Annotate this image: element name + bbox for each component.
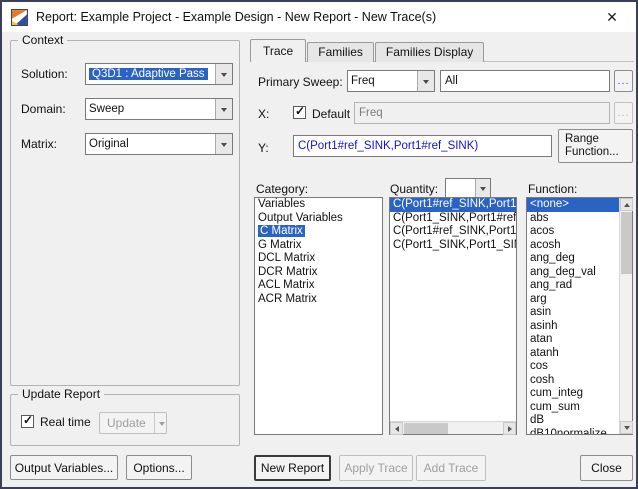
list-item[interactable]: abs <box>527 212 619 226</box>
list-item[interactable]: acos <box>527 225 619 239</box>
app-icon <box>11 8 28 26</box>
quantity-dropdown-icon[interactable] <box>475 179 490 197</box>
context-group: Context Solution: Q3D1 : Adaptive Pass D… <box>10 33 240 386</box>
window-title: Report: Example Project - Example Design… <box>36 10 437 24</box>
list-item[interactable]: Variables <box>255 198 382 212</box>
primary-sweep-value: Freq <box>351 75 375 87</box>
quantity-label: Quantity: <box>390 182 439 196</box>
list-item[interactable]: ang_rad <box>527 279 619 293</box>
update-button[interactable]: Update <box>99 412 167 434</box>
tab-trace[interactable]: Trace <box>250 39 307 62</box>
solution-value: Q3D1 : Adaptive Pass <box>89 68 208 80</box>
tab-families[interactable]: Families <box>307 42 374 62</box>
range-function-button[interactable]: Range Function... <box>558 129 633 163</box>
domain-value: Sweep <box>89 103 125 115</box>
domain-dropdown-icon[interactable] <box>215 99 232 119</box>
realtime-checkbox-label[interactable]: Real time <box>40 415 91 429</box>
list-item[interactable]: C Matrix <box>255 225 382 239</box>
add-trace-button[interactable]: Add Trace <box>416 455 486 481</box>
function-vscroll-thumb[interactable] <box>621 212 632 274</box>
list-item[interactable]: C(Port1_SINK,Port1#ref <box>390 212 516 226</box>
scroll-right-icon[interactable] <box>503 422 516 435</box>
list-item[interactable]: DCR Matrix <box>255 266 382 280</box>
list-item[interactable]: dB <box>527 414 619 428</box>
function-list[interactable]: <none> abs acos acosh ang_deg ang_deg_val ang_… <box>526 197 633 435</box>
update-report-group: Update Report Real time Update <box>10 387 240 446</box>
list-item[interactable]: Output Variables <box>255 212 382 226</box>
options-button[interactable]: Options... <box>126 455 192 480</box>
x-axis-label: X: <box>258 107 270 121</box>
list-item[interactable]: arg <box>527 293 619 307</box>
context-group-label: Context <box>18 33 68 47</box>
primary-sweep-dropdown-icon[interactable] <box>417 71 434 91</box>
quantity-hscroll-thumb[interactable] <box>404 423 448 434</box>
list-item[interactable]: atanh <box>527 347 619 361</box>
list-item[interactable]: C(Port1#ref_SINK,Port1# <box>390 225 516 239</box>
solution-combo[interactable]: Q3D1 : Adaptive Pass <box>85 63 233 85</box>
list-item[interactable]: asin <box>527 306 619 320</box>
list-item[interactable]: atan <box>527 333 619 347</box>
tab-families-display[interactable]: Families Display <box>374 42 485 62</box>
titlebar: Report: Example Project - Example Design… <box>2 2 636 32</box>
domain-combo[interactable]: Sweep <box>85 98 233 120</box>
y-expression-input[interactable]: C(Port1#ref_SINK,Port1#ref_SINK) <box>293 135 552 157</box>
list-item[interactable]: DCL Matrix <box>255 252 382 266</box>
report-dialog: Report: Example Project - Example Design… <box>0 0 638 489</box>
list-item[interactable]: acosh <box>527 239 619 253</box>
list-item[interactable]: cum_integ <box>527 387 619 401</box>
close-button[interactable]: Close <box>580 455 633 481</box>
close-icon: ✕ <box>606 8 618 25</box>
category-list[interactable]: Variables Output Variables C Matrix G Matri… <box>254 197 383 435</box>
x-value-field: Freq <box>354 102 610 124</box>
list-item[interactable]: ACR Matrix <box>255 293 382 307</box>
y-axis-label: Y: <box>258 141 269 155</box>
list-item[interactable]: cos <box>527 360 619 374</box>
new-report-button[interactable]: New Report <box>254 455 331 481</box>
update-dropdown-icon[interactable] <box>153 413 165 433</box>
titlebar-close-button[interactable]: ✕ <box>597 2 627 32</box>
quantity-hscrollbar[interactable] <box>390 421 516 435</box>
scroll-left-icon[interactable] <box>390 422 403 435</box>
list-item[interactable]: cum_sum <box>527 401 619 415</box>
default-checkbox[interactable] <box>293 104 306 119</box>
sweep-range-ellipsis-button[interactable]: ... <box>614 70 633 92</box>
function-vscrollbar[interactable] <box>619 198 633 434</box>
quantity-list[interactable]: C(Port1#ref_SINK,Port1 C(Port1_SINK,Port1… <box>389 197 517 435</box>
list-item[interactable]: ACL Matrix <box>255 279 382 293</box>
list-item[interactable]: ang_deg_val <box>527 266 619 280</box>
list-item[interactable]: C(Port1_SINK,Port1_SIN <box>390 239 516 253</box>
matrix-combo[interactable]: Original <box>85 133 233 155</box>
sweep-range-field[interactable]: All <box>440 70 610 92</box>
output-variables-button[interactable]: Output Variables... <box>10 455 118 480</box>
realtime-checkbox[interactable] <box>21 413 34 428</box>
primary-sweep-combo[interactable]: Freq <box>347 70 435 92</box>
list-item[interactable]: dB10normalize <box>527 428 619 435</box>
function-label: Function: <box>528 182 578 196</box>
primary-sweep-label: Primary Sweep: <box>258 75 343 89</box>
list-item[interactable]: asinh <box>527 320 619 334</box>
solution-dropdown-icon[interactable] <box>215 64 232 84</box>
scroll-down-icon[interactable] <box>620 421 633 434</box>
quantity-combo[interactable] <box>445 178 491 198</box>
category-label: Category: <box>256 182 309 196</box>
list-item[interactable]: ang_deg <box>527 252 619 266</box>
solution-label: Solution: <box>21 67 68 81</box>
list-item[interactable]: <none> <box>527 198 619 212</box>
default-checkbox-label[interactable]: Default <box>312 107 350 121</box>
list-item[interactable]: cosh <box>527 374 619 388</box>
update-report-group-label: Update Report <box>18 387 105 401</box>
domain-label: Domain: <box>21 102 66 116</box>
x-ellipsis-button[interactable]: ... <box>614 102 633 124</box>
tab-strip: Trace Families Families Display <box>250 39 485 62</box>
matrix-dropdown-icon[interactable] <box>215 134 232 154</box>
apply-trace-button[interactable]: Apply Trace <box>339 455 413 481</box>
list-item[interactable]: G Matrix <box>255 239 382 253</box>
matrix-label: Matrix: <box>21 137 57 151</box>
scroll-up-icon[interactable] <box>620 198 633 211</box>
list-item[interactable]: C(Port1#ref_SINK,Port1 <box>390 198 516 212</box>
matrix-value: Original <box>89 138 129 150</box>
